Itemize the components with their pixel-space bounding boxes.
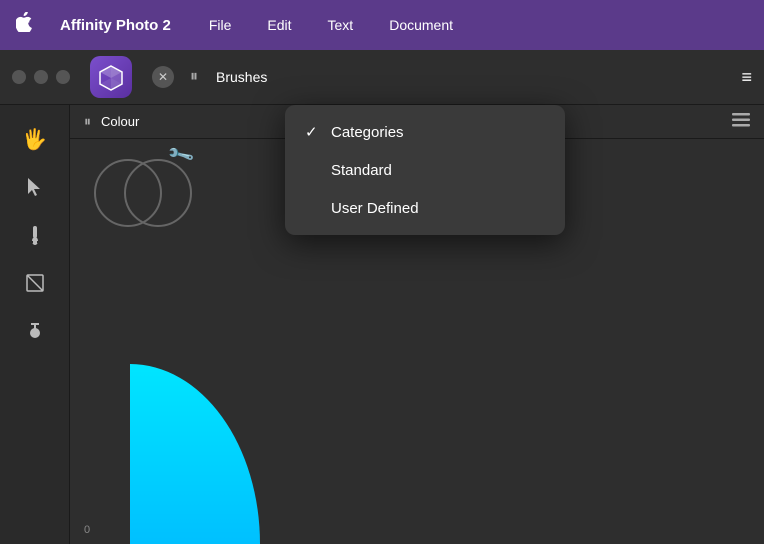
crop-tool-button[interactable] [13,261,57,305]
list-icon [732,113,750,127]
dropdown-item-categories[interactable]: ✓ Categories [285,113,565,151]
panel-content: ⏸ Colour 🔧 [70,105,764,544]
menu-bar: Affinity Photo 2 File Edit Text Document [0,0,764,50]
close-icon: ✕ [158,70,168,84]
color-gradient-display [130,344,260,544]
dropdown-menu: ✓ Categories ✓ Standard ✓ User Defined [285,105,565,235]
dropdown-item-standard[interactable]: ✓ Standard [285,151,565,189]
menu-edit[interactable]: Edit [261,13,297,37]
dropdown-standard-label: Standard [331,162,392,179]
dropdown-item-user-defined[interactable]: ✓ User Defined [285,189,565,227]
paint-tool-button[interactable] [13,309,57,353]
pointer-tool-button[interactable] [13,165,57,209]
dropdown-categories-label: Categories [331,124,404,141]
traffic-lights [12,70,70,84]
bottom-value-label: 0 [84,524,90,536]
traffic-dot-minimize[interactable] [34,70,48,84]
toolbar-row: ✕ ⏸ Brushes ≡ [0,50,764,105]
colour-panel-pause-button[interactable]: ⏸ [84,113,91,130]
left-toolbar: 🖐 [0,105,70,544]
dropdown-overlay: ✓ Categories ✓ Standard ✓ User Defined [285,105,565,235]
menu-file[interactable]: File [203,13,238,37]
color-circles: 🔧 [94,159,162,227]
traffic-dot-close[interactable] [12,70,26,84]
hand-tool-button[interactable]: 🖐 [13,117,57,161]
brushes-panel-title: Brushes [216,69,267,85]
colour-panel-title: Colour [101,114,139,129]
app-icon [90,56,132,98]
color-circle-secondary[interactable] [124,159,192,227]
color-gradient-svg [130,344,260,544]
panel-pause-button[interactable]: ⏸ [190,68,198,86]
checkmark-icon: ✓ [305,123,321,141]
app-logo-icon [97,63,125,91]
panel-close-button[interactable]: ✕ [152,66,174,88]
menu-document[interactable]: Document [383,13,459,37]
app-name: Affinity Photo 2 [60,17,171,34]
apple-logo-icon[interactable] [16,12,32,38]
hand-icon: 🖐 [22,127,47,152]
traffic-dot-maximize[interactable] [56,70,70,84]
paint-icon [24,320,46,342]
panel-menu-button[interactable]: ≡ [741,67,752,88]
main-content: 🖐 [0,105,764,544]
brush-tool-button[interactable] [13,213,57,257]
colour-panel-list-button[interactable] [732,113,750,130]
crop-icon [24,272,46,294]
brush-icon [24,224,46,246]
dropdown-user-defined-label: User Defined [331,200,419,217]
pointer-icon [24,176,46,198]
menu-text[interactable]: Text [322,13,360,37]
